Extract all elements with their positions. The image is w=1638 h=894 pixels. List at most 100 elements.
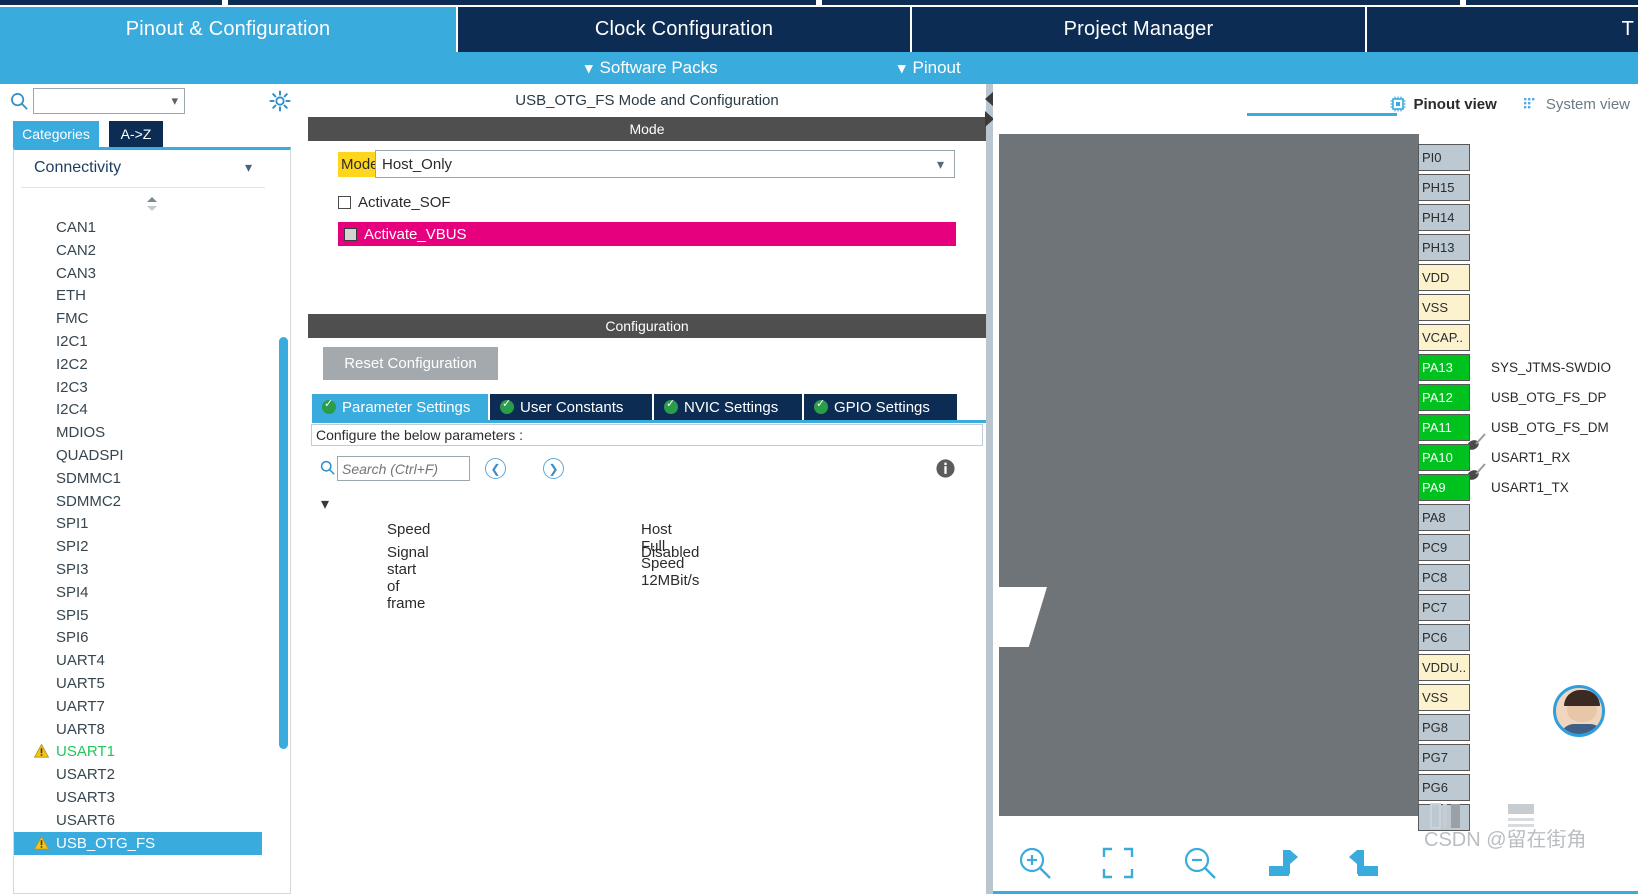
chip-pin-VSS[interactable]: VSS	[1418, 294, 1470, 321]
warning-icon	[34, 835, 49, 850]
sidebar-item-sdmmc1[interactable]: SDMMC1	[14, 467, 262, 490]
sidebar-scrollbar-thumb[interactable]	[279, 337, 288, 749]
checkbox-activate-sof[interactable]: Activate_SOF	[338, 190, 451, 214]
zoom-in-icon[interactable]	[1014, 842, 1056, 884]
chevron-right-circle-icon[interactable]: ❯	[543, 458, 564, 479]
parameter-name: Speed	[387, 521, 431, 538]
sidebar-item-usart3[interactable]: USART3	[14, 786, 262, 809]
view-tab-underline	[1247, 113, 1397, 116]
checkbox-activate-vbus[interactable]: Activate_VBUS	[338, 222, 956, 246]
sidebar-item-spi2[interactable]: SPI2	[14, 535, 262, 558]
chip-pin-VDDU[interactable]: VDDU..	[1418, 654, 1470, 681]
reset-configuration-button[interactable]: Reset Configuration	[323, 347, 498, 380]
tab-pinout-view[interactable]: Pinout view	[1390, 96, 1497, 113]
panel-splitter[interactable]	[986, 84, 993, 894]
config-tab-label: NVIC Settings	[684, 398, 779, 416]
sidebar-item-can1[interactable]: CAN1	[14, 216, 262, 239]
chip-pin-PC7[interactable]: PC7	[1418, 594, 1470, 621]
chip-pin-PI0[interactable]: PI0	[1418, 144, 1470, 171]
fit-screen-icon[interactable]	[1097, 842, 1139, 884]
tab-nvic-settings[interactable]: NVIC Settings	[654, 394, 804, 420]
mode-dropdown[interactable]: Host_Only ▾	[375, 150, 955, 178]
sidebar-item-uart5[interactable]: UART5	[14, 672, 262, 695]
rotate-right-icon[interactable]	[1261, 842, 1303, 884]
tab-system-view[interactable]: System view	[1523, 96, 1630, 113]
sidebar-item-uart4[interactable]: UART4	[14, 649, 262, 672]
chip-pin-PH14[interactable]: PH14	[1418, 204, 1470, 231]
sidebar-item-i2c2[interactable]: I2C2	[14, 353, 262, 376]
sidebar-item-eth[interactable]: ETH	[14, 284, 262, 307]
sidebar-tab-a-to-z[interactable]: A->Z	[109, 121, 163, 147]
tab-parameter-settings[interactable]: Parameter Settings	[312, 394, 490, 420]
sidebar-item-spi6[interactable]: SPI6	[14, 626, 262, 649]
sidebar-item-can3[interactable]: CAN3	[14, 262, 262, 285]
chip-pin-PA9[interactable]: PA9	[1418, 474, 1470, 501]
sidebar-tab-categories[interactable]: Categories	[13, 121, 99, 147]
sidebar-item-label: USART3	[56, 789, 115, 806]
sidebar-search-input[interactable]: ▾	[33, 88, 185, 114]
parameter-search-input[interactable]	[337, 456, 470, 481]
chip-pin-PC6[interactable]: PC6	[1418, 624, 1470, 651]
sidebar-item-usart2[interactable]: USART2	[14, 763, 262, 786]
sidebar-item-mdios[interactable]: MDIOS	[14, 421, 262, 444]
sidebar-item-spi1[interactable]: SPI1	[14, 512, 262, 535]
chip-pin-PA13[interactable]: PA13	[1418, 354, 1470, 381]
tab-pinout-configuration[interactable]: Pinout & Configuration	[0, 7, 458, 52]
sidebar-item-uart7[interactable]: UART7	[14, 695, 262, 718]
configuration-card: Configuration Reset Configuration Parame…	[308, 314, 986, 894]
chip-pin-PG8[interactable]: PG8	[1418, 714, 1470, 741]
chip-pin-PC9[interactable]: PC9	[1418, 534, 1470, 561]
zoom-out-icon[interactable]	[1179, 842, 1221, 884]
sidebar-item-sdmmc2[interactable]: SDMMC2	[14, 490, 262, 513]
chip-pin-PH15[interactable]: PH15	[1418, 174, 1470, 201]
sidebar-item-label: SPI5	[56, 606, 89, 624]
rotate-left-icon[interactable]	[1344, 842, 1386, 884]
chip-pin-PC8[interactable]: PC8	[1418, 564, 1470, 591]
chip-pin-PG6[interactable]: PG6	[1418, 774, 1470, 801]
chip-diagram[interactable]: PI0 PH15 PH14 PH13 VDD VSS VCAP.. PA13 SYS_JTMS-…	[993, 124, 1638, 836]
parameter-value: Disabled	[641, 544, 700, 561]
menu-pinout[interactable]: ▾ Pinout	[898, 52, 961, 84]
menu-label: Software Packs	[599, 58, 718, 77]
chip-pin-VCAP[interactable]: VCAP..	[1418, 324, 1470, 351]
menu-software-packs[interactable]: ▾ Software Packs	[585, 52, 718, 84]
info-icon[interactable]	[935, 458, 956, 479]
sidebar-item-i2c1[interactable]: I2C1	[14, 330, 262, 353]
group-connectivity[interactable]: Connectivity ▾	[14, 150, 274, 186]
sidebar-item-can2[interactable]: CAN2	[14, 239, 262, 262]
sidebar-item-usb_otg_fs[interactable]: USB_OTG_FS	[14, 831, 262, 855]
check-circle-icon	[814, 397, 828, 414]
tab-project-manager[interactable]: Project Manager	[912, 7, 1367, 52]
chip-pin-VSS[interactable]: VSS	[1418, 684, 1470, 711]
sidebar-item-spi5[interactable]: SPI5	[14, 604, 262, 627]
pin-name: PG7	[1422, 750, 1449, 765]
expand-group-chevron-icon[interactable]: ▾	[321, 494, 329, 514]
sort-spinner-icon[interactable]	[145, 196, 159, 212]
sidebar-item-i2c3[interactable]: I2C3	[14, 376, 262, 399]
sidebar-item-usart6[interactable]: USART6	[14, 809, 262, 832]
chip-pin-PA10[interactable]: PA10	[1418, 444, 1470, 471]
tab-tools[interactable]: T	[1367, 7, 1638, 52]
pin-signal-label: USB_OTG_FS_DP	[1491, 390, 1607, 405]
view-tab-label: System view	[1545, 95, 1630, 113]
chip-pin-PA11[interactable]: PA11	[1418, 414, 1470, 441]
tab-gpio-settings[interactable]: GPIO Settings	[804, 394, 957, 420]
sidebar-item-usart1[interactable]: USART1	[14, 740, 262, 763]
sidebar-item-i2c4[interactable]: I2C4	[14, 398, 262, 421]
tab-user-constants[interactable]: User Constants	[490, 394, 654, 420]
sidebar-item-fmc[interactable]: FMC	[14, 307, 262, 330]
chip-pin-PA8[interactable]: PA8	[1418, 504, 1470, 531]
sidebar-item-spi3[interactable]: SPI3	[14, 558, 262, 581]
sidebar-item-uart8[interactable]: UART8	[14, 718, 262, 741]
chip-pin-VDD[interactable]: VDD	[1418, 264, 1470, 291]
chip-pin-PG7[interactable]: PG7	[1418, 744, 1470, 771]
gear-icon[interactable]	[269, 90, 291, 112]
sidebar-item-label: USART6	[56, 811, 115, 829]
sidebar-item-quadspi[interactable]: QUADSPI	[14, 444, 262, 467]
tab-clock-configuration[interactable]: Clock Configuration	[458, 7, 912, 52]
sidebar-item-spi4[interactable]: SPI4	[14, 581, 262, 604]
chip-pin-PH13[interactable]: PH13	[1418, 234, 1470, 261]
chip-pin-PA12[interactable]: PA12	[1418, 384, 1470, 411]
chevron-left-circle-icon[interactable]: ❮	[485, 458, 506, 479]
sidebar-item-label: CAN3	[56, 264, 97, 282]
